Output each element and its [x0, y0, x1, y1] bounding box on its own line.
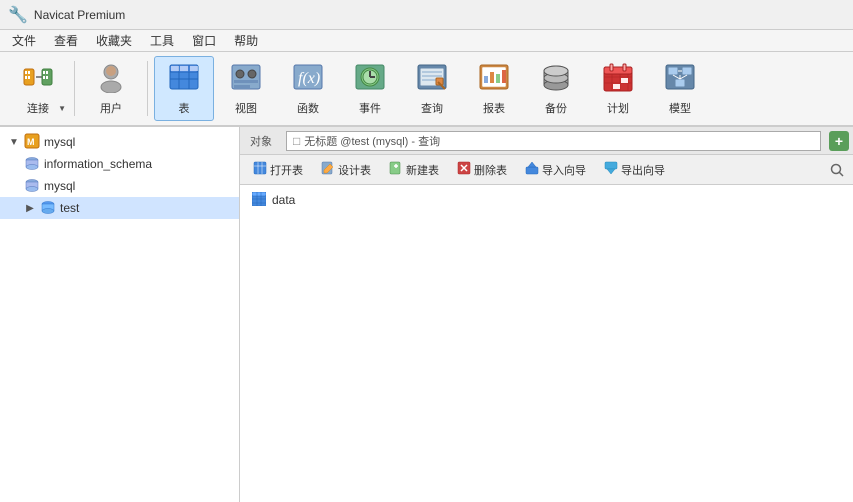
search-icon	[829, 162, 845, 178]
toolbar-backup-button[interactable]: 备份	[526, 56, 586, 121]
new-table-icon	[389, 161, 403, 178]
menu-bar: 文件 查看 收藏夹 工具 窗口 帮助	[0, 30, 853, 52]
tree-mysql-db[interactable]: mysql	[0, 175, 239, 197]
menu-favorites[interactable]: 收藏夹	[88, 30, 140, 51]
model-label: 模型	[669, 100, 691, 116]
query-icon	[416, 61, 448, 98]
new-tab-icon: +	[835, 133, 843, 149]
toolbar-schedule-button[interactable]: 计划	[588, 56, 648, 121]
db-icon-test	[40, 199, 56, 218]
main-content: ▼ M mysql information_schema	[0, 127, 853, 502]
db-icon-infschema	[24, 155, 40, 174]
user-icon	[95, 61, 127, 98]
model-icon	[664, 61, 696, 98]
app-title: Navicat Premium	[34, 8, 125, 22]
delete-table-icon	[457, 161, 471, 178]
open-table-label: 打开表	[270, 162, 303, 178]
connect-icon	[22, 61, 54, 98]
db-icon-mysql	[24, 177, 40, 196]
tree-arrow-expand: ▼	[8, 137, 20, 148]
connect-btn-group: 连接 ▼	[8, 56, 68, 121]
connection-icon: M	[24, 133, 40, 152]
toolbar-user-button[interactable]: 用户	[81, 56, 141, 121]
connect-arrow-icon: ▼	[58, 104, 66, 113]
tree-mysql-label: mysql	[44, 135, 75, 149]
design-table-button[interactable]: 设计表	[314, 158, 378, 181]
table-list-icon	[252, 192, 266, 209]
title-bar: 🔧 Navicat Premium	[0, 0, 853, 30]
toolbar-query-button[interactable]: 查询	[402, 56, 462, 121]
new-tab-button[interactable]: +	[829, 131, 849, 151]
tree-infschema-label: information_schema	[44, 157, 152, 171]
import-icon	[525, 161, 539, 178]
view-label: 视图	[235, 100, 257, 116]
menu-tools[interactable]: 工具	[142, 30, 182, 51]
query-tab-bar[interactable]: □ 无标题 @test (mysql) - 查询	[286, 131, 821, 151]
object-tab-label: 对象	[244, 131, 278, 151]
design-table-label: 设计表	[338, 162, 371, 178]
backup-icon	[540, 61, 572, 98]
function-label: 函数	[297, 100, 319, 116]
new-table-button[interactable]: 新建表	[382, 158, 446, 181]
menu-view[interactable]: 查看	[46, 30, 86, 51]
toolbar-event-button[interactable]: 事件	[340, 56, 400, 121]
view-icon	[230, 61, 262, 98]
toolbar-view-button[interactable]: 视图	[216, 56, 276, 121]
sidebar: ▼ M mysql information_schema	[0, 127, 240, 502]
delete-table-label: 删除表	[474, 162, 507, 178]
menu-window[interactable]: 窗口	[184, 30, 224, 51]
right-panel: 对象 □ 无标题 @test (mysql) - 查询 +	[240, 127, 853, 502]
design-table-icon	[321, 161, 335, 178]
table-label: 表	[179, 100, 190, 116]
object-list: data	[240, 185, 853, 502]
menu-file[interactable]: 文件	[4, 30, 44, 51]
tree-information-schema[interactable]: information_schema	[0, 153, 239, 175]
toolbar-table-button[interactable]: 表	[154, 56, 214, 121]
event-icon	[354, 61, 386, 98]
svg-text:M: M	[27, 137, 35, 147]
event-label: 事件	[359, 100, 381, 116]
toolbar-function-button[interactable]: f(x) 函数	[278, 56, 338, 121]
schedule-icon	[602, 61, 634, 98]
query-label: 查询	[421, 100, 443, 116]
app-icon: 🔧	[8, 5, 28, 25]
tab-bar: 对象 □ 无标题 @test (mysql) - 查询 +	[240, 127, 853, 155]
svg-text:f(x): f(x)	[298, 70, 320, 87]
data-table-label: data	[272, 193, 295, 207]
tree-arrow-test: ▶	[24, 203, 36, 214]
export-wizard-label: 导出向导	[621, 162, 665, 178]
connect-label: 连接	[27, 100, 49, 116]
open-table-button[interactable]: 打开表	[246, 158, 310, 181]
search-button[interactable]	[827, 160, 847, 180]
menu-help[interactable]: 帮助	[226, 30, 266, 51]
toolbar-sep-1	[74, 61, 75, 116]
toolbar-model-button[interactable]: 模型	[650, 56, 710, 121]
user-label: 用户	[100, 100, 122, 116]
report-label: 报表	[483, 100, 505, 116]
report-icon	[478, 61, 510, 98]
schedule-label: 计划	[607, 100, 629, 116]
tree-mysql-connection[interactable]: ▼ M mysql	[0, 131, 239, 153]
open-table-icon	[253, 161, 267, 178]
toolbar-sep-2	[147, 61, 148, 116]
toolbar-report-button[interactable]: 报表	[464, 56, 524, 121]
delete-table-button[interactable]: 删除表	[450, 158, 514, 181]
object-toolbar: 打开表 设计表 新	[240, 155, 853, 185]
function-icon: f(x)	[292, 61, 324, 98]
query-tab-text: 无标题 @test (mysql) - 查询	[304, 133, 440, 149]
table-icon	[168, 61, 200, 98]
import-wizard-label: 导入向导	[542, 162, 586, 178]
import-wizard-button[interactable]: 导入向导	[518, 158, 593, 181]
query-tab-icon: □	[293, 134, 300, 148]
backup-label: 备份	[545, 100, 567, 116]
list-item[interactable]: data	[240, 189, 853, 211]
tree-test-db[interactable]: ▶ test	[0, 197, 239, 219]
tree-test-label: test	[60, 201, 79, 215]
tree-mysql-db-label: mysql	[44, 179, 75, 193]
export-wizard-button[interactable]: 导出向导	[597, 158, 672, 181]
connect-svg	[22, 61, 54, 93]
toolbar: 连接 ▼ 用户	[0, 52, 853, 127]
export-icon	[604, 161, 618, 178]
new-table-label: 新建表	[406, 162, 439, 178]
